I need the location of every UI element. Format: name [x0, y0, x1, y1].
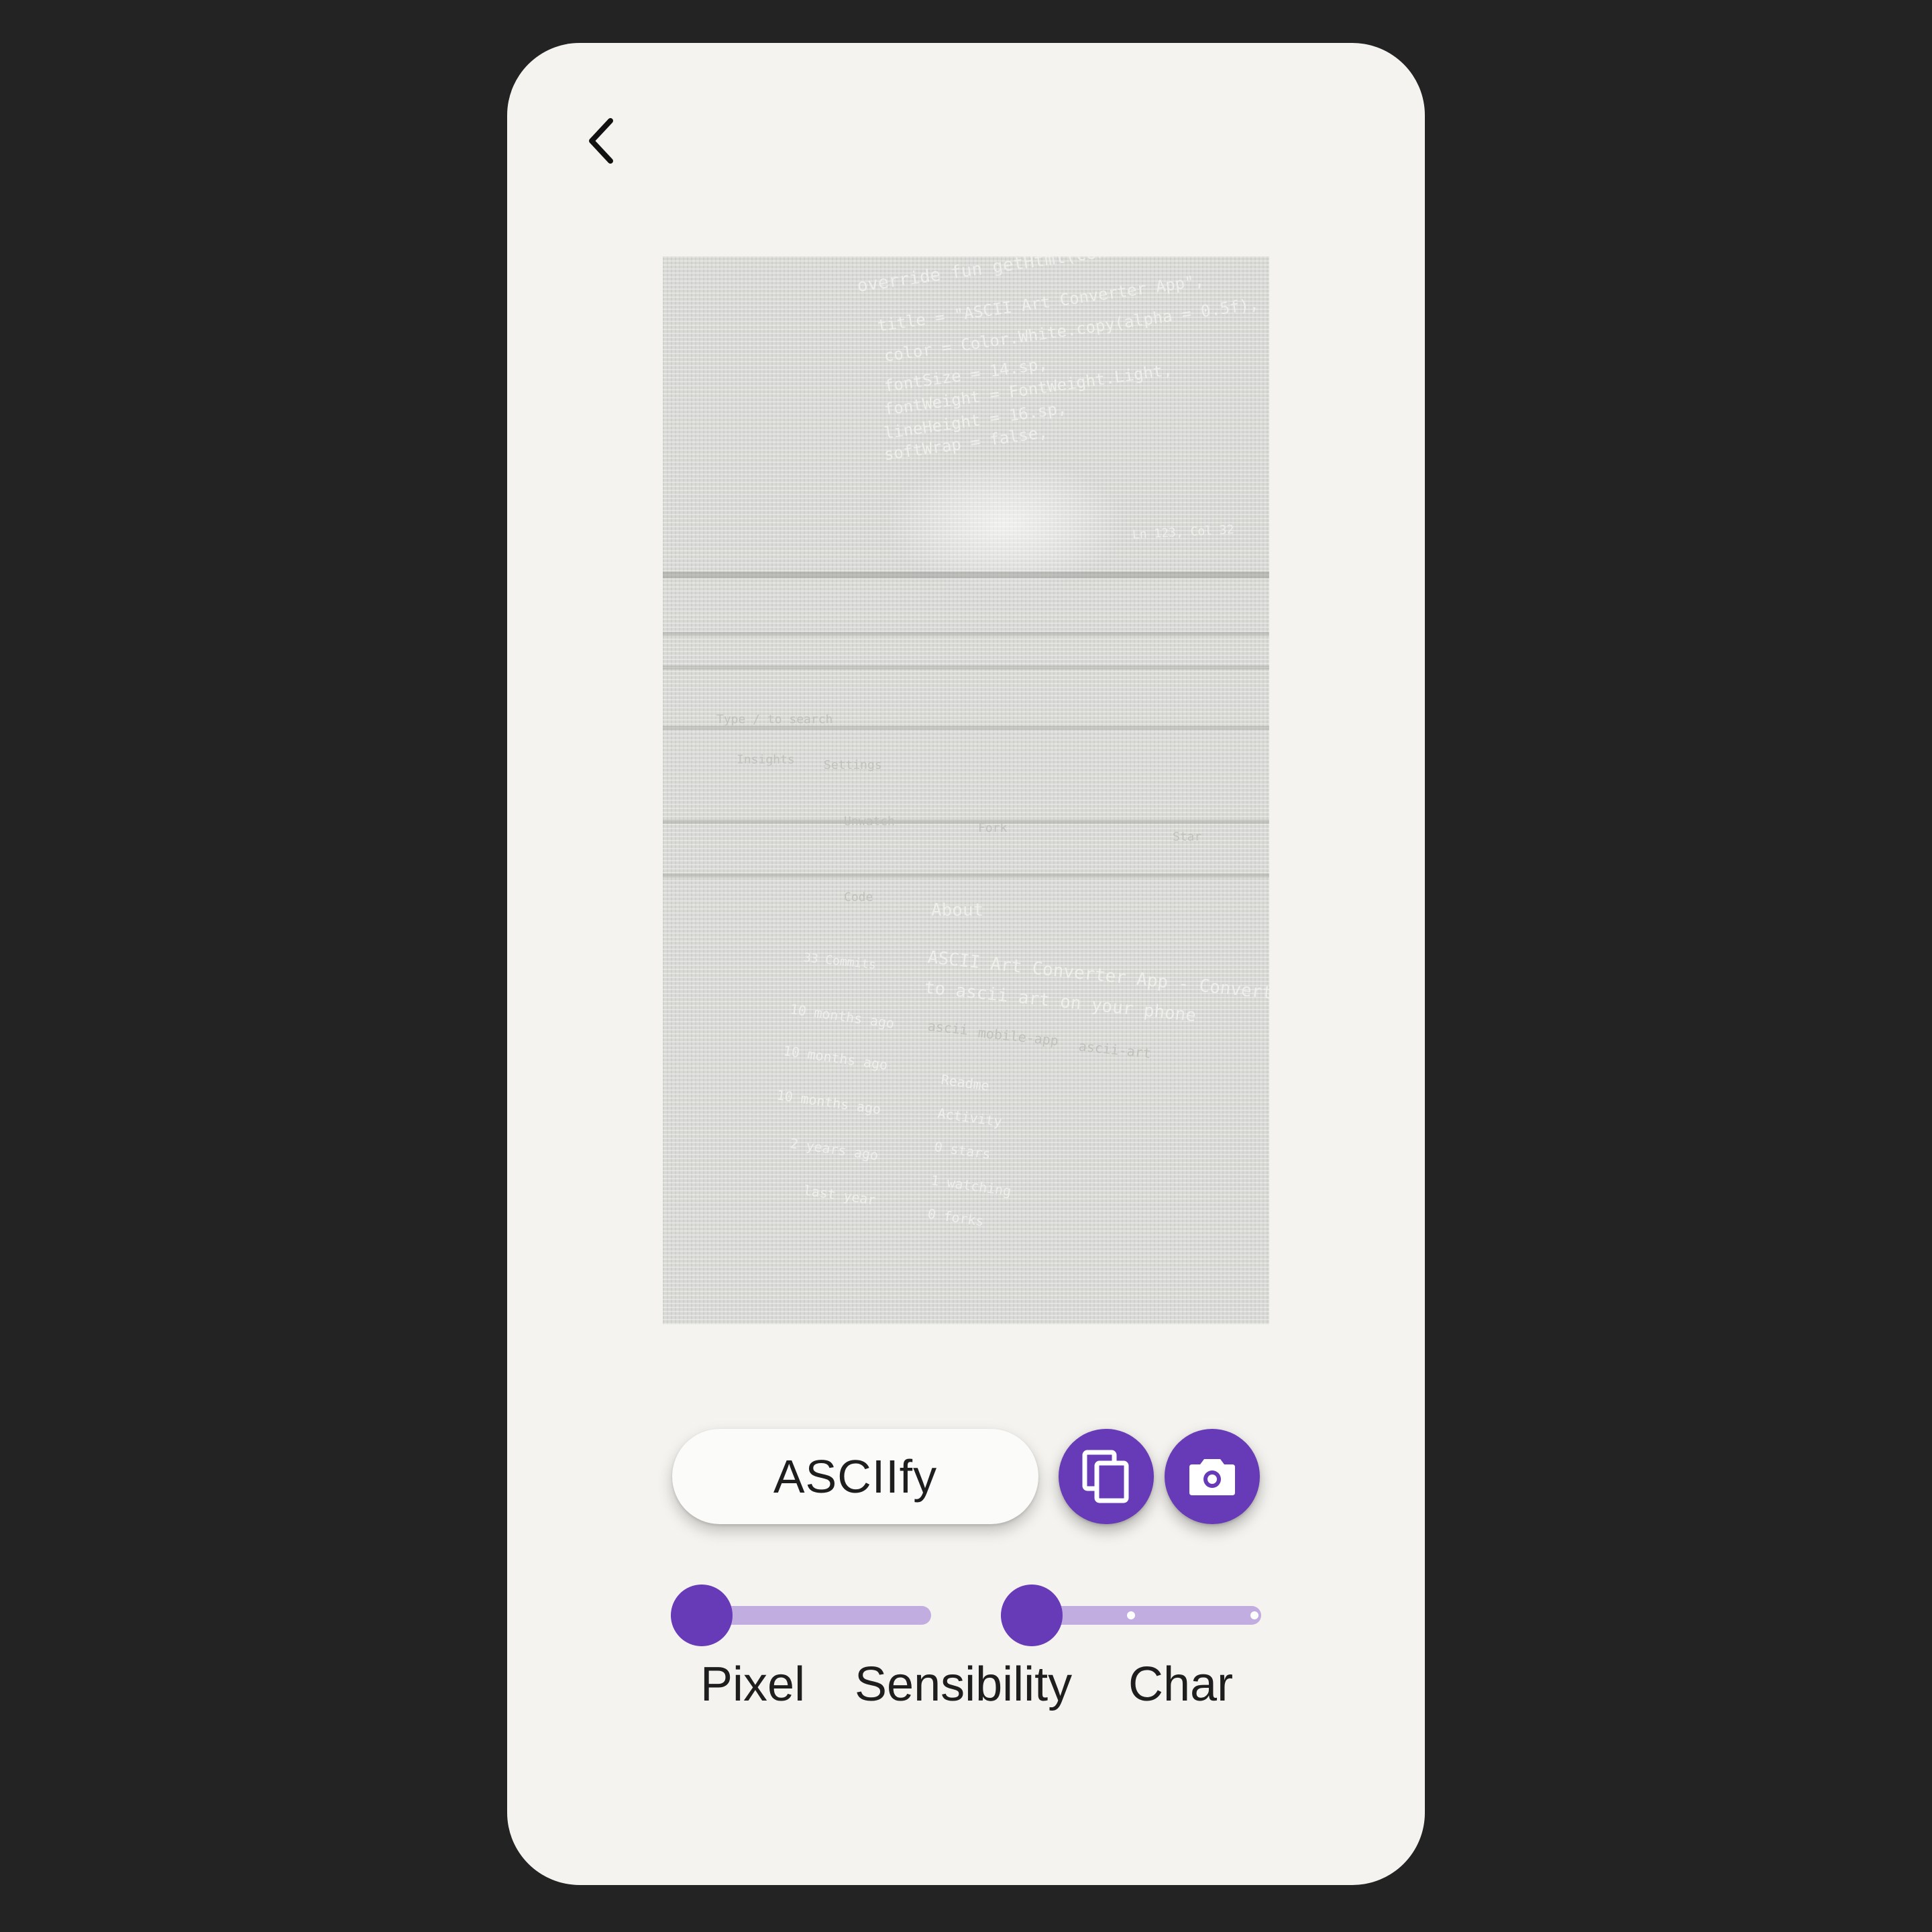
ascii-heading-text: About [931, 900, 984, 920]
ascii-topic-text: mobile-app [977, 1024, 1060, 1049]
char-slider-tick [1250, 1611, 1258, 1619]
preview-band [663, 572, 1269, 578]
asciify-button[interactable]: ASCIIfy [672, 1429, 1038, 1524]
preview-band [663, 632, 1269, 636]
ascii-sidebar-text: 0 forks [926, 1205, 985, 1230]
pixel-label: Pixel [700, 1658, 806, 1711]
char-slider-tick [1127, 1611, 1135, 1619]
ascii-tab-text: Insights [737, 753, 795, 767]
back-button[interactable] [573, 113, 629, 169]
ascii-topic-text: ascii [926, 1018, 969, 1038]
preview-band [663, 665, 1269, 669]
pixel-slider-thumb[interactable] [671, 1585, 733, 1646]
ascii-button-text: Star [1173, 830, 1202, 844]
ascii-button-text: Code [844, 890, 873, 904]
ascii-date-text: 10 months ago [789, 1001, 896, 1032]
ascii-button-text: Unwatch [844, 814, 895, 828]
ascii-status-text: Ln 123, Col 32 [1132, 523, 1235, 542]
ascii-preview-image: override fun getHtml(context: Context) {… [663, 256, 1269, 1324]
ascii-date-text: 10 months ago [775, 1087, 882, 1118]
preview-band [663, 873, 1269, 877]
preview-band [663, 820, 1269, 824]
chevron-left-icon [589, 118, 613, 164]
ascii-sidebar-text: 0 stars [933, 1138, 992, 1163]
ascii-date-text: 2 years ago [789, 1135, 879, 1164]
ascii-tab-text: Settings [824, 758, 882, 772]
ascii-sidebar-text: Readme [940, 1071, 991, 1094]
char-slider[interactable] [1001, 1585, 1261, 1646]
ascii-date-text: last year [802, 1182, 877, 1208]
ascii-topic-text: ascii-art [1077, 1038, 1152, 1062]
copy-button[interactable] [1059, 1429, 1154, 1524]
pixel-slider[interactable] [671, 1585, 931, 1646]
ascii-sidebar-text: Activity [936, 1105, 1004, 1130]
copy-icon [1082, 1450, 1129, 1503]
char-slider-thumb[interactable] [1001, 1585, 1063, 1646]
ascii-search-text: Type / to search [716, 712, 833, 727]
camera-icon [1189, 1459, 1235, 1495]
ascii-button-text: Fork [978, 821, 1008, 835]
ascii-date-text: 10 months ago [782, 1042, 889, 1073]
ascii-commits-text: 33 Commits [802, 951, 877, 973]
camera-button[interactable] [1165, 1429, 1260, 1524]
sensibility-label: Sensibility [855, 1658, 1073, 1711]
ascii-sidebar-text: 1 watching [930, 1172, 1012, 1199]
char-label: Char [1128, 1658, 1234, 1711]
